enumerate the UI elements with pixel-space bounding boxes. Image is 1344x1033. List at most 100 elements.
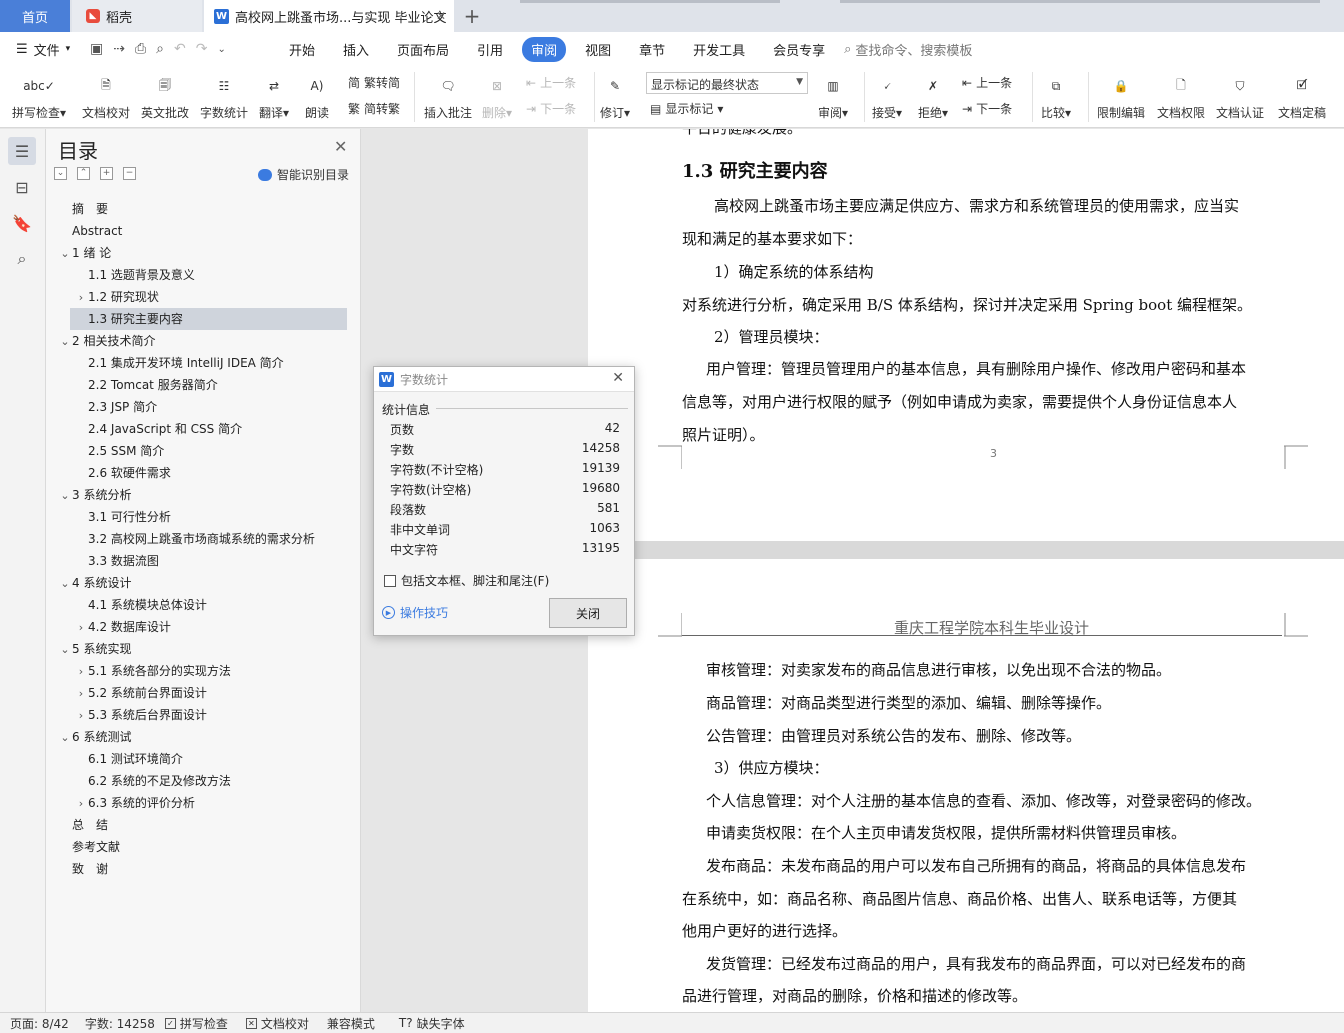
chevron-right-icon[interactable]: ›	[74, 617, 88, 639]
chevron-right-icon[interactable]: ›	[74, 683, 88, 705]
print-icon[interactable]: ⎙	[135, 41, 146, 57]
delete-comment-button[interactable]: ⊠ 删除▾	[482, 72, 512, 121]
review-pane-button[interactable]: ▥ 审阅▾	[818, 72, 848, 121]
add-heading-icon[interactable]: +	[100, 167, 113, 180]
doc-permission-button[interactable]: 🗋 文档权限	[1157, 72, 1205, 121]
english-grading-button[interactable]: 🗐 英文批改	[141, 72, 189, 121]
chevron-right-icon[interactable]: ›	[74, 287, 88, 309]
toc-item[interactable]: 致 谢	[56, 858, 108, 880]
show-markup-button[interactable]: ▤ 显示标记 ▾	[650, 100, 723, 117]
collapse-all-icon[interactable]: ⌄	[54, 167, 67, 180]
simp-to-trad-button[interactable]: 繁 简转繁	[348, 100, 400, 117]
outline-icon[interactable]: ⊟	[8, 173, 36, 201]
compare-button[interactable]: ⧉ 比较▾	[1041, 72, 1071, 121]
chevron-right-icon[interactable]: ›	[74, 705, 88, 727]
chevron-down-icon[interactable]: ⌄	[58, 573, 72, 595]
menu-review[interactable]: 审阅	[522, 36, 567, 62]
compat-mode[interactable]: 兼容模式	[327, 1015, 375, 1032]
print-preview-icon[interactable]: ⌕	[156, 41, 164, 57]
chevron-down-icon[interactable]: ⌄	[58, 639, 72, 661]
toc-item[interactable]: › 1.2 研究现状	[56, 286, 159, 308]
trad-to-simp-button[interactable]: 简 繁转简	[348, 74, 400, 91]
tab-document[interactable]: W 高校网上跳蚤市场...与实现 毕业论文 ✕	[204, 0, 454, 32]
toc-item[interactable]: 2.6 软硬件需求	[56, 462, 171, 484]
next-comment-button[interactable]: ⇥ 下一条	[526, 100, 576, 117]
toc-item[interactable]: ⌄ 2 相关技术简介	[56, 330, 155, 352]
toc-item[interactable]: 2.1 集成开发环境 IntelliJ IDEA 简介	[56, 352, 284, 374]
word-count-button[interactable]: ☷ 字数统计	[200, 72, 248, 121]
toc-item[interactable]: 总 结	[56, 814, 108, 836]
toc-item[interactable]: ⌄ 4 系统设计	[56, 572, 131, 594]
toc-item[interactable]: 3.2 高校网上跳蚤市场商城系统的需求分析	[56, 528, 315, 550]
toc-item[interactable]: ⌄ 5 系统实现	[56, 638, 131, 660]
bookmark-icon[interactable]: 🔖	[8, 209, 36, 237]
toc-item[interactable]: ⌄ 3 系统分析	[56, 484, 131, 506]
tips-link[interactable]: ▶ 操作技巧	[382, 604, 448, 621]
chevron-down-icon[interactable]: ⌄	[58, 331, 72, 353]
toc-item[interactable]: › 5.3 系统后台界面设计	[56, 704, 207, 726]
toc-item[interactable]: 2.5 SSM 简介	[56, 440, 164, 462]
insert-comment-button[interactable]: 🗨 插入批注	[424, 72, 472, 121]
tab-home[interactable]: 首页	[0, 0, 70, 32]
markup-state-select[interactable]: 显示标记的最终状态 ▼	[646, 72, 808, 94]
close-icon[interactable]: ✕	[334, 137, 347, 156]
new-tab-button[interactable]: +	[458, 0, 486, 32]
toc-item[interactable]: 3.3 数据流图	[56, 550, 159, 572]
toc-item[interactable]: 3.1 可行性分析	[56, 506, 171, 528]
chevron-down-icon[interactable]: ⌄	[58, 727, 72, 749]
toc-icon[interactable]: ☰	[8, 137, 36, 165]
translate-button[interactable]: ⇄ 翻译▾	[259, 72, 289, 121]
remove-heading-icon[interactable]: −	[123, 167, 136, 180]
menu-insert[interactable]: 插入	[334, 37, 378, 62]
checkbox-box[interactable]	[384, 574, 396, 587]
spellcheck-status[interactable]: ✓ 拼写检查	[164, 1015, 228, 1032]
doc-certify-button[interactable]: ⛉ 文档认证	[1216, 72, 1264, 121]
search-icon[interactable]: ⌕	[8, 245, 36, 273]
close-icon[interactable]: ✕	[612, 370, 624, 386]
prev-comment-button[interactable]: ⇤ 上一条	[526, 74, 576, 91]
prev-change-button[interactable]: ⇤ 上一条	[962, 74, 1012, 91]
menu-member[interactable]: 会员专享	[764, 37, 834, 62]
chevron-right-icon[interactable]: ›	[74, 661, 88, 683]
toc-item[interactable]: › 5.2 系统前台界面设计	[56, 682, 207, 704]
command-search[interactable]: ⌕ 查找命令、搜索模板	[844, 40, 972, 59]
chevron-right-icon[interactable]: ›	[74, 793, 88, 815]
toc-item[interactable]: 6.1 测试环境简介	[56, 748, 183, 770]
chevron-down-icon[interactable]: ⌄	[58, 243, 72, 265]
doc-finalize-button[interactable]: 🗹 文档定稿	[1278, 72, 1326, 121]
toc-item[interactable]: 4.1 系统模块总体设计	[56, 594, 207, 616]
menu-developer[interactable]: 开发工具	[684, 37, 754, 62]
undo-icon[interactable]: ↶	[174, 41, 186, 57]
menu-chapter[interactable]: 章节	[630, 37, 674, 62]
spellcheck-button[interactable]: abc✓ 拼写检查▾	[12, 72, 66, 121]
close-button[interactable]: 关闭	[549, 598, 627, 628]
restrict-editing-button[interactable]: 🔒 限制编辑	[1097, 72, 1145, 121]
toc-item[interactable]: 2.2 Tomcat 服务器简介	[56, 374, 218, 396]
reject-button[interactable]: ✗ 拒绝▾	[918, 72, 948, 121]
chevron-down-icon[interactable]: ⌄	[58, 485, 72, 507]
dialog-titlebar[interactable]: W 字数统计	[374, 367, 634, 392]
smart-toc-button[interactable]: 智能识别目录	[258, 166, 349, 183]
close-tab-icon[interactable]: ✕	[436, 9, 446, 23]
track-changes-button[interactable]: ✎ 修订▾	[600, 72, 630, 121]
redo-icon[interactable]: ↷	[196, 41, 208, 57]
menu-view[interactable]: 视图	[576, 37, 620, 62]
toc-item[interactable]: › 6.3 系统的评价分析	[56, 792, 195, 814]
toc-item[interactable]: Abstract	[56, 220, 122, 242]
doc-proof-button[interactable]: 🗎 文档校对	[82, 72, 130, 121]
toc-item[interactable]: 参考文献	[56, 836, 120, 858]
toc-item[interactable]: 2.3 JSP 简介	[56, 396, 157, 418]
missing-font-status[interactable]: T? 缺失字体	[399, 1015, 465, 1032]
read-aloud-button[interactable]: A) 朗读	[304, 72, 330, 121]
include-notes-checkbox[interactable]: 包括文本框、脚注和尾注(F)	[384, 572, 549, 589]
menu-layout[interactable]: 页面布局	[388, 37, 458, 62]
next-change-button[interactable]: ⇥ 下一条	[962, 100, 1012, 117]
tab-daoke[interactable]: ◣ 稻壳	[72, 0, 202, 32]
toc-item[interactable]: 1.3 研究主要内容	[70, 308, 347, 330]
menu-start[interactable]: 开始	[280, 37, 324, 62]
toc-item[interactable]: › 4.2 数据库设计	[56, 616, 171, 638]
toc-item[interactable]: 6.2 系统的不足及修改方法	[56, 770, 231, 792]
more-icon[interactable]: ⌄	[217, 44, 225, 55]
expand-all-icon[interactable]: ⌃	[77, 167, 90, 180]
menu-references[interactable]: 引用	[468, 37, 512, 62]
